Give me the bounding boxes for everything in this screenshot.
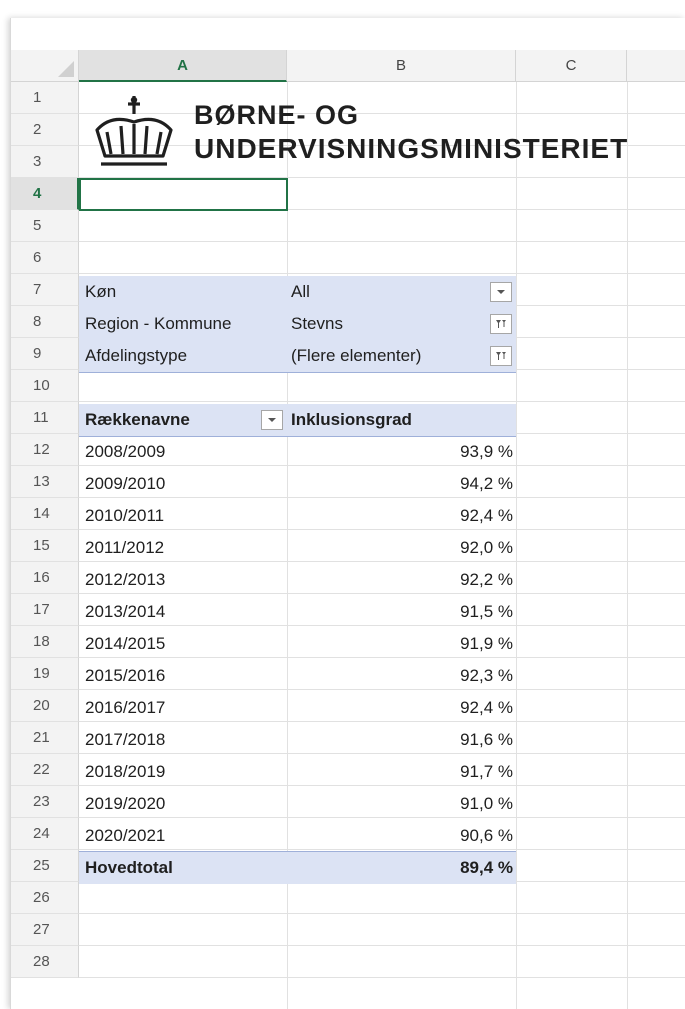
row-header-15[interactable]: 15 bbox=[11, 530, 79, 562]
column-header-bar: A B C bbox=[11, 50, 685, 82]
pivot-row-label: 2017/2018 bbox=[85, 730, 166, 749]
pivot-row-label: 2011/2012 bbox=[85, 538, 165, 557]
pivot-row-value: 91,7 % bbox=[460, 762, 513, 781]
row-header-4[interactable]: 4 bbox=[11, 178, 79, 210]
chevron-down-icon bbox=[497, 290, 505, 294]
pivot-row-label: 2018/2019 bbox=[85, 762, 166, 781]
pivot-row-value: 91,5 % bbox=[460, 602, 513, 621]
logo-text-line1: BØRNE- OG bbox=[194, 100, 360, 130]
row-header-8[interactable]: 8 bbox=[11, 306, 79, 338]
pivot-row-value: 92,2 % bbox=[460, 570, 513, 589]
pivot-row-value: 91,6 % bbox=[460, 730, 513, 749]
row-header-2[interactable]: 2 bbox=[11, 114, 79, 146]
filter-label-afdelingstype: Afdelingstype bbox=[85, 346, 188, 365]
pivot-row-label: 2015/2016 bbox=[85, 666, 166, 685]
row-header-7[interactable]: 7 bbox=[11, 274, 79, 306]
pivot-row-label: 2014/2015 bbox=[85, 634, 166, 653]
row-header-25[interactable]: 25 bbox=[11, 850, 79, 882]
chevron-down-icon bbox=[268, 418, 276, 422]
gridline bbox=[79, 977, 685, 978]
row-header-21[interactable]: 21 bbox=[11, 722, 79, 754]
pivot-row-value: 90,6 % bbox=[460, 826, 513, 845]
gridline bbox=[79, 401, 685, 402]
row-header-23[interactable]: 23 bbox=[11, 786, 79, 818]
row-header-24[interactable]: 24 bbox=[11, 818, 79, 850]
filter-value-region: Stevns bbox=[291, 314, 343, 333]
pivot-row-value: 93,9 % bbox=[460, 442, 513, 461]
pivot-row-label: 2020/2021 bbox=[85, 826, 166, 845]
row-header-18[interactable]: 18 bbox=[11, 626, 79, 658]
row-header-10[interactable]: 10 bbox=[11, 370, 79, 402]
filter-value-afdelingstype: (Flere elementer) bbox=[291, 346, 422, 365]
spreadsheet-sheet: A B C 1 2 3 4 5 6 7 8 9 10 11 12 13 14 15 16 17 18 19 20 21 2… bbox=[10, 18, 685, 1009]
selected-cell-a4[interactable] bbox=[79, 178, 288, 211]
gridline bbox=[79, 945, 685, 946]
pivot-row-label: 2012/2013 bbox=[85, 570, 166, 589]
logo-text-line2: UNDERVISNINGSMINISTERIET bbox=[194, 133, 629, 164]
row-header-17[interactable]: 17 bbox=[11, 594, 79, 626]
pivot-row-label: 2013/2014 bbox=[85, 602, 166, 621]
row-header-1[interactable]: 1 bbox=[11, 82, 79, 114]
column-header-c[interactable]: C bbox=[516, 50, 627, 82]
pivot-row-value: 92,3 % bbox=[460, 666, 513, 685]
pivot-row-value: 92,4 % bbox=[460, 506, 513, 525]
pivot-row-label: 2019/2020 bbox=[85, 794, 166, 813]
column-header-b[interactable]: B bbox=[287, 50, 516, 82]
row-header-12[interactable]: 12 bbox=[11, 434, 79, 466]
gridline bbox=[516, 82, 517, 1009]
gridline bbox=[79, 913, 685, 914]
column-header-d[interactable] bbox=[627, 50, 685, 82]
filter-funnel-icon bbox=[496, 352, 506, 360]
row-header-28[interactable]: 28 bbox=[11, 946, 79, 978]
row-header-20[interactable]: 20 bbox=[11, 690, 79, 722]
pivot-row-header: Rækkenavne bbox=[85, 410, 190, 429]
filter-value-kon: All bbox=[291, 282, 310, 301]
pivot-total-label: Hovedtotal bbox=[85, 858, 173, 877]
pivot-row-label: 2016/2017 bbox=[85, 698, 166, 717]
gridline bbox=[79, 241, 685, 242]
pivot-row-value: 92,4 % bbox=[460, 698, 513, 717]
row-header-11[interactable]: 11 bbox=[11, 402, 79, 434]
pivot-row-value: 91,0 % bbox=[460, 794, 513, 813]
pivot-value-header: Inklusionsgrad bbox=[291, 410, 412, 429]
filter-label-kon: Køn bbox=[85, 282, 117, 301]
column-header-a[interactable]: A bbox=[79, 50, 287, 82]
select-all-corner[interactable] bbox=[11, 50, 79, 82]
filter-dropdown-kon-button[interactable] bbox=[490, 282, 512, 302]
row-header-9[interactable]: 9 bbox=[11, 338, 79, 370]
row-header-14[interactable]: 14 bbox=[11, 498, 79, 530]
pivot-row-value: 91,9 % bbox=[460, 634, 513, 653]
row-header-16[interactable]: 16 bbox=[11, 562, 79, 594]
row-header-13[interactable]: 13 bbox=[11, 466, 79, 498]
row-labels-dropdown-button[interactable] bbox=[261, 410, 283, 430]
filter-dropdown-afdelingstype-button[interactable] bbox=[490, 346, 512, 366]
gridline bbox=[79, 273, 685, 274]
pivot-row-label: 2008/2009 bbox=[85, 442, 166, 461]
row-header-6[interactable]: 6 bbox=[11, 242, 79, 274]
filter-dropdown-region-button[interactable] bbox=[490, 314, 512, 334]
filter-label-region: Region - Kommune bbox=[85, 314, 232, 333]
pivot-total-value: 89,4 % bbox=[460, 858, 513, 877]
row-header-19[interactable]: 19 bbox=[11, 658, 79, 690]
ministry-crown-logo bbox=[91, 92, 177, 177]
pivot-row-label: 2009/2010 bbox=[85, 474, 166, 493]
gridline bbox=[627, 82, 628, 1009]
filter-funnel-icon bbox=[496, 320, 506, 328]
row-header-3[interactable]: 3 bbox=[11, 146, 79, 178]
pivot-row-label: 2010/2011 bbox=[85, 506, 165, 525]
row-header-5[interactable]: 5 bbox=[11, 210, 79, 242]
row-header-26[interactable]: 26 bbox=[11, 882, 79, 914]
pivot-row-value: 92,0 % bbox=[460, 538, 513, 557]
row-header-22[interactable]: 22 bbox=[11, 754, 79, 786]
row-header-27[interactable]: 27 bbox=[11, 914, 79, 946]
pivot-row-value: 94,2 % bbox=[460, 474, 513, 493]
